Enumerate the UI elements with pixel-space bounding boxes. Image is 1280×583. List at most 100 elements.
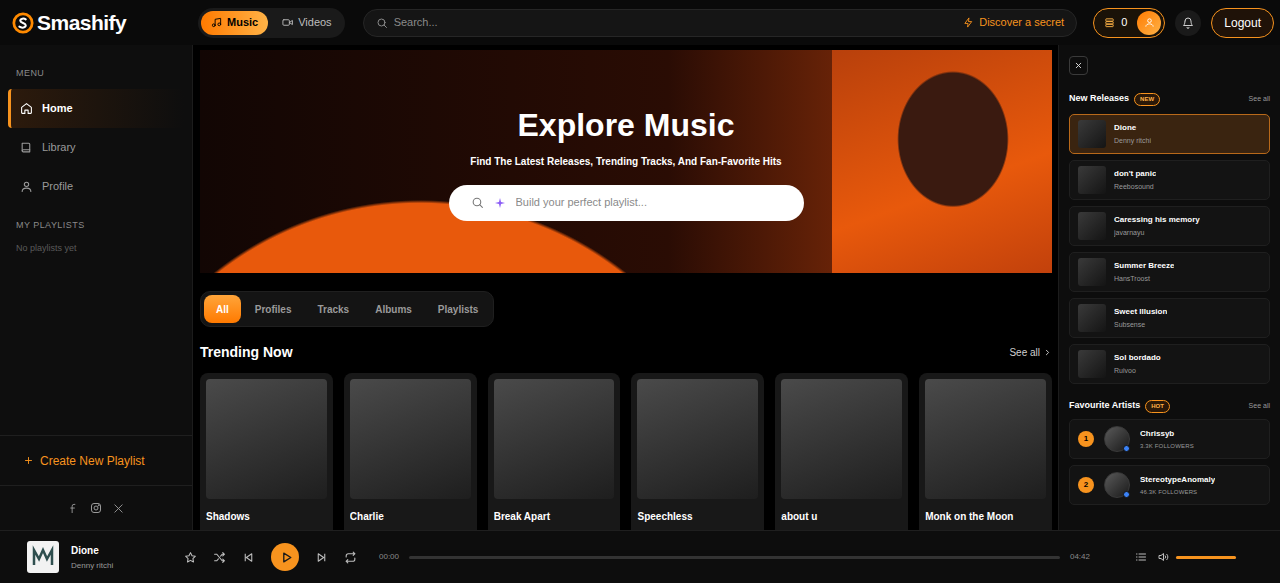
sidebar-item[interactable]: Home [8, 89, 184, 128]
hero-banner: Explore Music Find The Latest Releases, … [200, 50, 1052, 273]
track-card[interactable]: Break Apart [488, 373, 621, 530]
track-card[interactable]: about u [775, 373, 908, 530]
middle: MENU Home Library Profile MY PLAYLISTS No … [0, 45, 1280, 530]
filter-tab[interactable]: Tracks [305, 295, 361, 323]
track-cover [925, 379, 1046, 499]
queue-icon[interactable] [1135, 551, 1147, 563]
create-playlist[interactable]: Create New Playlist [0, 435, 192, 485]
player-controls [184, 543, 357, 571]
trending-see-all[interactable]: See all [1009, 345, 1052, 360]
sidebar-item-label: Library [42, 139, 76, 156]
filter-tab-label: Playlists [438, 302, 479, 317]
track-title: about u [781, 509, 902, 524]
logout-button[interactable]: Logout [1211, 8, 1274, 38]
close-icon [1074, 61, 1083, 70]
artist-name: StereotypeAnomaly [1140, 474, 1215, 486]
duration: 04:42 [1070, 551, 1090, 563]
sidebar-item-label: Profile [42, 178, 73, 195]
artist-item[interactable]: 1Chrissyb3.3K FOLLOWERS [1069, 419, 1270, 459]
next-icon[interactable] [315, 551, 328, 564]
main-content: Explore Music Find The Latest Releases, … [193, 45, 1058, 530]
playlist-builder-input[interactable] [516, 194, 788, 211]
repeat-icon[interactable] [344, 551, 357, 564]
track-cover [781, 379, 902, 499]
artist-avatar [1104, 472, 1130, 498]
star-icon[interactable] [184, 551, 197, 564]
x-logo-icon[interactable] [113, 503, 124, 514]
track-title: Break Apart [494, 509, 615, 524]
facebook-icon[interactable] [68, 503, 79, 514]
release-item[interactable]: Summer BreezeHansTroost [1069, 252, 1270, 292]
close-button[interactable] [1069, 56, 1088, 75]
artists-see-all[interactable]: See all [1249, 401, 1270, 412]
new-releases-see-all[interactable]: See all [1249, 94, 1270, 105]
bolt-icon [963, 17, 974, 28]
logo[interactable]: Smashify [12, 7, 198, 39]
shuffle-icon[interactable] [213, 551, 226, 564]
track-card[interactable]: Charlie [344, 373, 477, 530]
media-tab-label: Music [227, 14, 258, 31]
hero-photo [832, 50, 1052, 273]
release-title: don't panic [1114, 168, 1156, 180]
artist-item[interactable]: 2 StereotypeAnomaly 46.3K FOLLOWERS [1069, 465, 1270, 505]
sidebar-item[interactable]: Library [8, 128, 184, 167]
filter-tab[interactable]: Playlists [426, 295, 491, 323]
artist-followers: 46.3K FOLLOWERS [1140, 488, 1215, 497]
coins-pill[interactable]: 0 [1093, 8, 1165, 38]
previous-icon[interactable] [242, 551, 255, 564]
release-item[interactable]: DioneDenny ritchi [1069, 114, 1270, 154]
filter-tab[interactable]: Albums [363, 295, 424, 323]
filter-tab[interactable]: Profiles [243, 295, 304, 323]
artist-name: Chrissyb [1140, 428, 1194, 440]
sidebar-item-label: Home [42, 100, 73, 117]
volume-fill [1176, 556, 1236, 559]
media-tab[interactable]: Music [201, 11, 268, 35]
release-item[interactable]: Sweet IllusionSubsense [1069, 298, 1270, 338]
media-tab[interactable]: Videos [272, 11, 341, 35]
avatar[interactable] [1137, 11, 1161, 35]
release-title: Summer Breeze [1114, 260, 1174, 272]
progress-track[interactable] [409, 556, 1060, 559]
search-input[interactable] [394, 14, 958, 31]
discover-label: Discover a secret [979, 14, 1064, 31]
bell-icon [1182, 17, 1194, 29]
sidebar-item[interactable]: Profile [8, 167, 184, 206]
coins-count: 0 [1121, 14, 1127, 31]
media-toggle: Music Videos [198, 8, 345, 38]
release-item[interactable]: Caressing his memoryjavarnayu [1069, 206, 1270, 246]
volume-track[interactable] [1176, 556, 1236, 559]
track-cover [206, 379, 327, 499]
search-icon [471, 196, 484, 209]
volume-icon[interactable] [1157, 551, 1169, 563]
profile-icon [20, 180, 33, 193]
now-playing: Dione Denny ritchi [27, 541, 184, 573]
release-artist: Denny ritchi [1114, 136, 1151, 147]
release-cover [1078, 212, 1106, 240]
playlist-builder-field[interactable] [449, 185, 804, 221]
search-bar[interactable]: Discover a secret [363, 9, 1078, 37]
trending-cards: ShadowsCharlie Break Apart Speechless about… [200, 373, 1052, 530]
notifications-button[interactable] [1175, 10, 1201, 36]
track-card[interactable]: Speechless [631, 373, 764, 530]
instagram-icon[interactable] [90, 502, 102, 514]
playlists-empty: No playlists yet [8, 242, 184, 256]
filter-tab[interactable]: All [204, 295, 241, 323]
release-artist: Reebosound [1114, 182, 1156, 193]
track-card[interactable]: Shadows [200, 373, 333, 530]
playlists-title: MY PLAYLISTS [8, 219, 184, 233]
video-camera-icon [282, 17, 293, 28]
menu-title: MENU [8, 67, 184, 81]
play-button[interactable] [271, 543, 299, 571]
discover-secret[interactable]: Discover a secret [963, 14, 1064, 31]
filter-tab-label: Profiles [255, 302, 292, 317]
artist-rank: 2 [1078, 477, 1094, 493]
release-title: Sol bordado [1114, 352, 1161, 364]
release-cover [1078, 258, 1106, 286]
trending-title: Trending Now [200, 342, 293, 363]
player-bar: Dione Denny ritchi 00:00 04:42 [0, 530, 1280, 583]
release-item[interactable]: don't panic Reebosound [1069, 160, 1270, 200]
cover-art-icon [31, 545, 55, 569]
track-card[interactable]: Monk on the Moon [919, 373, 1052, 530]
release-item[interactable]: Sol bordadoRuivoo [1069, 344, 1270, 384]
coins-icon [1104, 17, 1115, 28]
